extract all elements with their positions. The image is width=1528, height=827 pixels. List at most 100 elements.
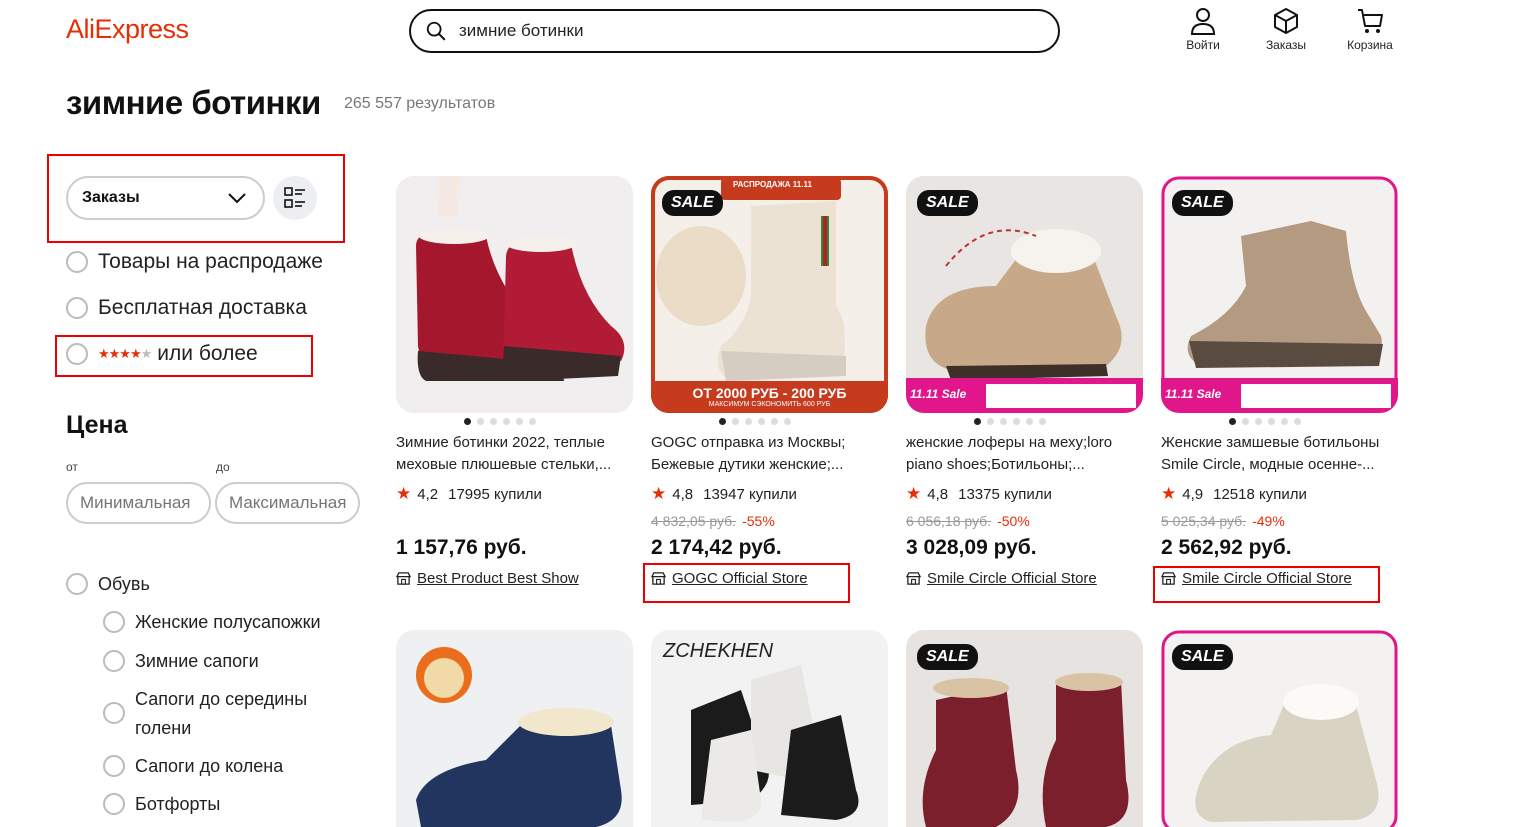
list-view-icon [284,187,305,208]
category-item[interactable]: Женские полусапожки [103,608,321,637]
image-carousel-dots[interactable] [1131,418,1398,425]
sold-count: 17995 купили [448,485,542,503]
results-count: 265 557 результатов [344,95,496,112]
filter-rating-label: или более [157,342,258,365]
product-name[interactable]: GOGC отправка из Москвы; Бежевые дутики … [651,432,888,476]
product-image[interactable] [396,630,633,827]
product-image[interactable]: SALE [1161,630,1398,827]
filter-rating[interactable]: ★★★★★ или более [66,342,258,366]
category-root-label: Обувь [98,574,150,594]
product-card[interactable]: Зимние ботинки 2022, теплые меховые плюш… [396,176,633,587]
product-card[interactable]: ZCHEKHEN [651,630,888,827]
product-rating: ★ 4,2 17995 купили [396,484,633,504]
cart-icon [1358,9,1383,33]
category-checkbox[interactable] [103,755,125,777]
old-price-line [396,513,633,531]
brand-text: ZCHEKHEN [663,640,774,662]
aliexpress-logo[interactable]: AliExpress [66,14,189,45]
filter-sale-checkbox[interactable] [66,251,88,273]
orders-label: Заказы [1265,38,1307,52]
filter-free-shipping-label: Бесплатная доставка [98,296,307,319]
store-link[interactable]: Smile Circle Official Store [906,570,1143,587]
product-name[interactable]: Зимние ботинки 2022, теплые меховые плюш… [396,432,633,476]
category-checkbox[interactable] [103,702,125,724]
store-icon [906,572,921,585]
store-link[interactable]: Best Product Best Show [396,570,633,587]
sort-dropdown[interactable]: Заказы [66,176,265,220]
old-price: 5 025,34 руб. [1161,513,1247,529]
category-root-checkbox[interactable] [66,573,88,595]
price-to-label: до [216,460,230,474]
price-min-input[interactable] [66,482,211,524]
product-card[interactable] [396,630,633,827]
discount: -49% [1252,513,1285,529]
store-name[interactable]: Best Product Best Show [417,570,579,587]
image-carousel-dots[interactable] [366,418,633,425]
search-icon[interactable] [425,20,447,42]
image-carousel-dots[interactable] [876,418,1143,425]
product-card[interactable]: SALE [906,630,1143,827]
page-title: зимние ботинки [66,84,321,121]
category-item[interactable]: Сапоги до середины голени [103,685,333,743]
category-checkbox[interactable] [103,650,125,672]
orders-button[interactable]: Заказы [1256,6,1316,52]
product-image[interactable]: ZCHEKHEN [651,630,888,827]
highlight-box-store-smile [1153,566,1380,603]
filter-sale[interactable]: Товары на распродаже [66,250,323,274]
filter-free-shipping[interactable]: Бесплатная доставка [66,296,307,320]
category-root[interactable]: Обувь [66,570,150,599]
image-carousel-dots[interactable] [621,418,888,425]
discount: -55% [742,513,775,529]
product-name[interactable]: женские лоферы на меху;loro piano shoes;… [906,432,1143,476]
old-price-line: 6 056,18 руб. -50% [906,513,1143,531]
promo-bottom-text: 11.11 Sale [910,387,967,401]
user-icon [1190,8,1216,35]
category-item[interactable]: Зимние сапоги [103,647,259,676]
search-bar[interactable] [409,9,1060,53]
category-label: Женские полусапожки [135,612,321,632]
filter-rating-checkbox[interactable] [66,343,88,365]
product-price: 3 028,09 руб. [906,536,1037,559]
sort-value: Заказы [82,189,140,206]
product-image[interactable] [396,176,633,413]
chevron-down-icon [228,193,246,204]
category-item[interactable]: Ботфорты [103,790,220,819]
promo-bottom-text: 11.11 Sale [1165,387,1222,401]
sale-badge: SALE [1172,644,1233,670]
filter-sale-label: Товары на распродаже [98,250,323,273]
product-card[interactable]: SALE РАСПРОДАЖА 11.11 ОТ 2000 РУБ - 200 … [651,176,888,587]
product-card[interactable]: SALE 11.11 Sale женские лоферы на меху;l… [906,176,1143,587]
sale-badge: SALE [1172,190,1233,216]
product-card[interactable]: SALE [1161,630,1398,827]
price-from-label: от [66,460,78,474]
promo-top-text: РАСПРОДАЖА 11.11 [733,180,812,189]
product-image[interactable]: SALE 11.11 Sale [906,176,1143,413]
product-card[interactable]: SALE 11.11 Sale Женские замшевые ботильо… [1161,176,1398,587]
filter-free-shipping-checkbox[interactable] [66,297,88,319]
product-image[interactable]: SALE РАСПРОДАЖА 11.11 ОТ 2000 РУБ - 200 … [651,176,888,413]
category-label: Зимние сапоги [135,651,259,671]
login-button[interactable]: Войти [1173,6,1233,52]
sale-badge: SALE [662,190,723,216]
login-label: Войти [1186,38,1220,52]
category-item[interactable]: Сапоги до колена [103,752,283,781]
category-label: Сапоги до колена [135,756,284,776]
category-checkbox[interactable] [103,611,125,633]
search-input[interactable] [459,21,1019,41]
cart-button[interactable]: Корзина [1340,6,1400,52]
sold-count: 13375 купили [958,485,1052,503]
product-image[interactable]: SALE [906,630,1143,827]
boot-image [396,630,633,827]
view-toggle-button[interactable] [273,176,317,220]
category-checkbox[interactable] [103,793,125,815]
product-price: 2 174,42 руб. [651,536,782,559]
product-price: 1 157,76 руб. [396,536,527,559]
product-rating: ★ 4,9 12518 купили [1161,484,1398,504]
old-price-line: 5 025,34 руб. -49% [1161,513,1398,531]
product-name[interactable]: Женские замшевые ботильоны Smile Circle,… [1161,432,1398,476]
store-name[interactable]: Smile Circle Official Store [927,570,1097,587]
sale-badge: SALE [917,190,978,216]
product-image[interactable]: SALE 11.11 Sale [1161,176,1398,413]
price-max-input[interactable] [215,482,360,524]
category-label: Сапоги до середины голени [135,689,308,738]
